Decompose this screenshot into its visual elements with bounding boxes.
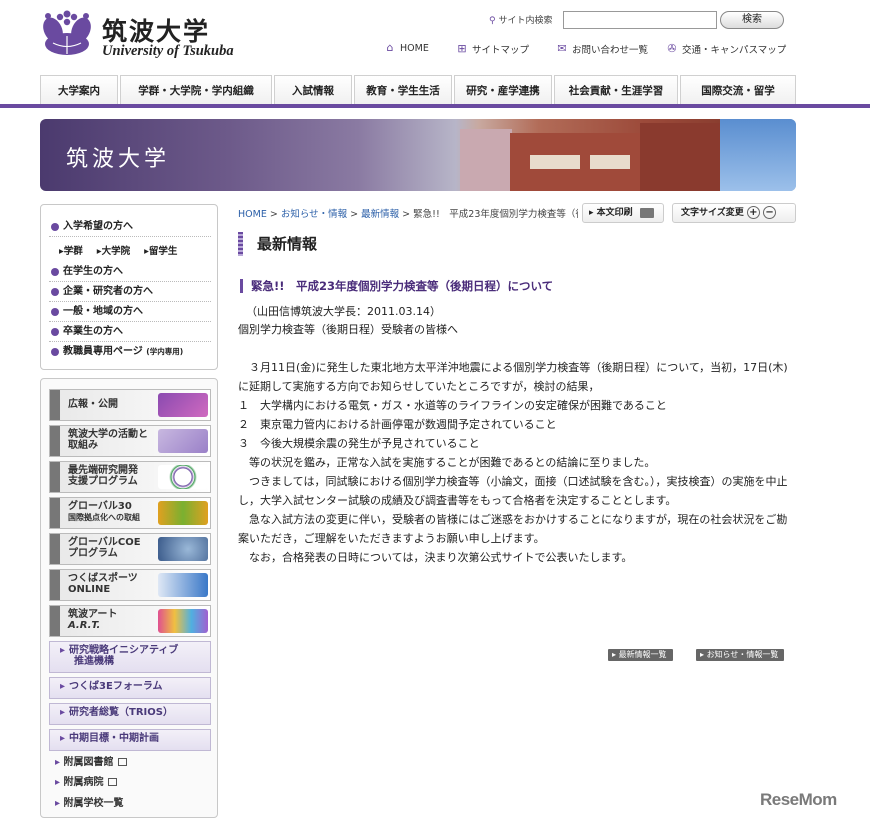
text-banner-3e-forum[interactable]: つくば3Eフォーラム [49,677,211,699]
banner-building [460,129,512,191]
banner-pr[interactable]: 広報・公開 [49,389,211,421]
contact-list-link[interactable]: ✉ お問い合わせ一覧 [556,42,648,57]
sidebar-item-staff[interactable]: 教職員専用ページ (学内専用) [49,342,211,362]
banner-global30[interactable]: グローバル30 国際拠点化への取組 [49,497,211,529]
sitemap-icon: ⊞ [457,42,467,55]
home-link[interactable]: ⌂ HOME [384,42,429,54]
nav-student-life[interactable]: 教育・学生生活 [354,75,452,105]
font-size-decrease-button[interactable]: − [763,206,777,219]
audience-menu: 入学希望の方へ ▸学群 ▸大学院 ▸留学生 在学生の方へ 企業・研究者の方へ 一… [40,204,218,370]
article-body: ３月11日(金)に発生した東北地方太平洋沖地震による個別学力検査等（後期日程）に… [238,358,798,567]
banner-building [640,123,720,191]
header-banner: 筑波大学 [40,119,796,191]
sidebar-item-business[interactable]: 企業・研究者の方へ [49,282,211,302]
link-affiliated-schools[interactable]: 附属学校一覧 [55,794,124,809]
text-banner-research-strategy[interactable]: 研究戦略イニシアティブ推進機構 [49,641,211,673]
banner-window [530,155,580,169]
logo-english-name: University of Tsukuba [102,43,234,59]
university-logo[interactable]: 筑波大学 University of Tsukuba [40,8,240,60]
banner-first-program[interactable]: 最先端研究開発 支援プログラム [49,461,211,493]
athletes-icon [158,573,208,597]
body-paragraph: ３ 今後大規模余震の発生が予見されていること [238,437,480,450]
breadcrumb-current: 緊急!! 平成23年度個別学力検査等（後期日程）について [413,209,578,220]
sub-link-graduate[interactable]: ▸大学院 [97,243,130,257]
global-navigation: 大学案内 学群・大学院・学内組織 入試情報 教育・学生生活 研究・産学連携 社会… [40,75,796,105]
body-paragraph: ３月11日(金)に発生した東北地方太平洋沖地震による個別学力検査等（後期日程）に… [238,361,788,393]
feature-banners: 広報・公開 筑波大学の活動と 取組み 最先端研究開発 支援プログラム グローバル30… [40,378,218,818]
first-program-logo [158,465,208,489]
external-window-icon [117,758,127,766]
article-meta: （山田信博筑波大学長：2011.03.14） [246,305,441,318]
nav-research[interactable]: 研究・産学連携 [454,75,552,105]
printer-icon [639,207,654,218]
sidebar-item-alumni[interactable]: 卒業生の方へ [49,322,211,342]
banner-art[interactable]: 筑波アート A.R.T. [49,605,211,637]
sitemap-link[interactable]: ⊞ サイトマップ [456,42,529,57]
activities-thumbnail [158,429,208,453]
latest-news-list-link[interactable]: ▸ 最新情報一覧 [608,649,673,661]
banner-global-coe[interactable]: グローバルCOE プログラム [49,533,211,565]
access-map-link[interactable]: ✇ 交通・キャンパスマップ [666,42,786,57]
globe-icon [158,537,208,561]
paulownia-crest-icon [43,10,91,55]
resemom-watermark: ReseMom [760,790,837,809]
prospective-sub-links: ▸学群 ▸大学院 ▸留学生 [59,243,177,257]
banner-sky [720,119,796,191]
banner-window [590,155,630,169]
art-thumbnail [158,609,208,633]
text-banner-trios[interactable]: 研究者総覧（TRIOS） [49,703,211,725]
site-search-label: ⚲ サイト内検索 [489,16,553,26]
banner-activities[interactable]: 筑波大学の活動と 取組み [49,425,211,457]
nav-about[interactable]: 大学案内 [40,75,118,105]
external-window-icon [107,778,117,786]
body-paragraph: ２ 東京電力管内における計画停電が数週間予定されていること [238,418,557,431]
pr-thumbnail [158,393,208,417]
font-size-control: 文字サイズ変更 + − [672,203,796,223]
nav-community[interactable]: 社会貢献・生涯学習 [554,75,678,105]
breadcrumb-latest[interactable]: 最新情報 [361,209,399,220]
body-paragraph: 等の状況を鑑み，正常な入試を実施することが困難であるとの結論に至りました。 [238,456,656,469]
sidebar-item-prospective[interactable]: 入学希望の方へ [49,217,211,237]
breadcrumb: HOME > お知らせ・情報 > 最新情報 > 緊急!! 平成23年度個別学力検… [238,206,578,220]
news-info-list-link[interactable]: ▸ お知らせ・情報一覧 [696,649,785,661]
banner-sports[interactable]: つくばスポーツ ONLINE [49,569,211,601]
sub-link-international[interactable]: ▸留学生 [144,243,177,257]
global30-thumbnail [158,501,208,525]
link-hospital[interactable]: 附属病院 [55,773,117,788]
home-icon: ⌂ [386,41,394,54]
sidebar-item-students[interactable]: 在学生の方へ [49,262,211,282]
map-icon: ✇ [667,42,677,55]
sub-link-undergrad[interactable]: ▸学群 [59,243,83,257]
breadcrumb-news[interactable]: お知らせ・情報 [281,209,347,220]
banner-title: 筑波大学 [66,147,171,172]
nav-schools[interactable]: 学群・大学院・学内組織 [120,75,272,105]
font-size-increase-button[interactable]: + [746,206,760,219]
link-library[interactable]: 附属図書館 [55,753,127,768]
nav-international[interactable]: 国際交流・留学 [680,75,796,105]
text-banner-midterm-plan[interactable]: 中期目標・中期計画 [49,729,211,751]
page-title: 最新情報 [238,232,317,256]
body-paragraph: 急な入試方法の変更に伴い，受験者の皆様にはご迷惑をおかけすることになりますが，現… [238,513,788,545]
print-button[interactable]: ▸ 本文印刷 [582,203,664,223]
article-title: 緊急!! 平成23年度個別学力検査等（後期日程）について [240,279,553,293]
site-search-input[interactable] [563,11,717,29]
breadcrumb-home[interactable]: HOME [238,209,267,220]
body-paragraph: １ 大学構内における電気・ガス・水道等のライフラインの安定確保が困難であること [238,399,667,412]
article-greeting: 個別学力検査等（後期日程）受験者の皆様へ [238,323,458,336]
body-paragraph: なお，合格発表の日時については，決まり次第公式サイトで公表いたします。 [238,551,633,564]
nav-admissions[interactable]: 入試情報 [274,75,352,105]
body-paragraph: つきましては，同試験における個別学力検査等（小論文，面接（口述試験を含む。），実… [238,475,788,507]
search-button[interactable]: 検索 [720,11,784,29]
sidebar-item-public[interactable]: 一般・地域の方へ [49,302,211,322]
nav-underline [0,104,870,108]
mail-icon: ✉ [557,42,567,55]
